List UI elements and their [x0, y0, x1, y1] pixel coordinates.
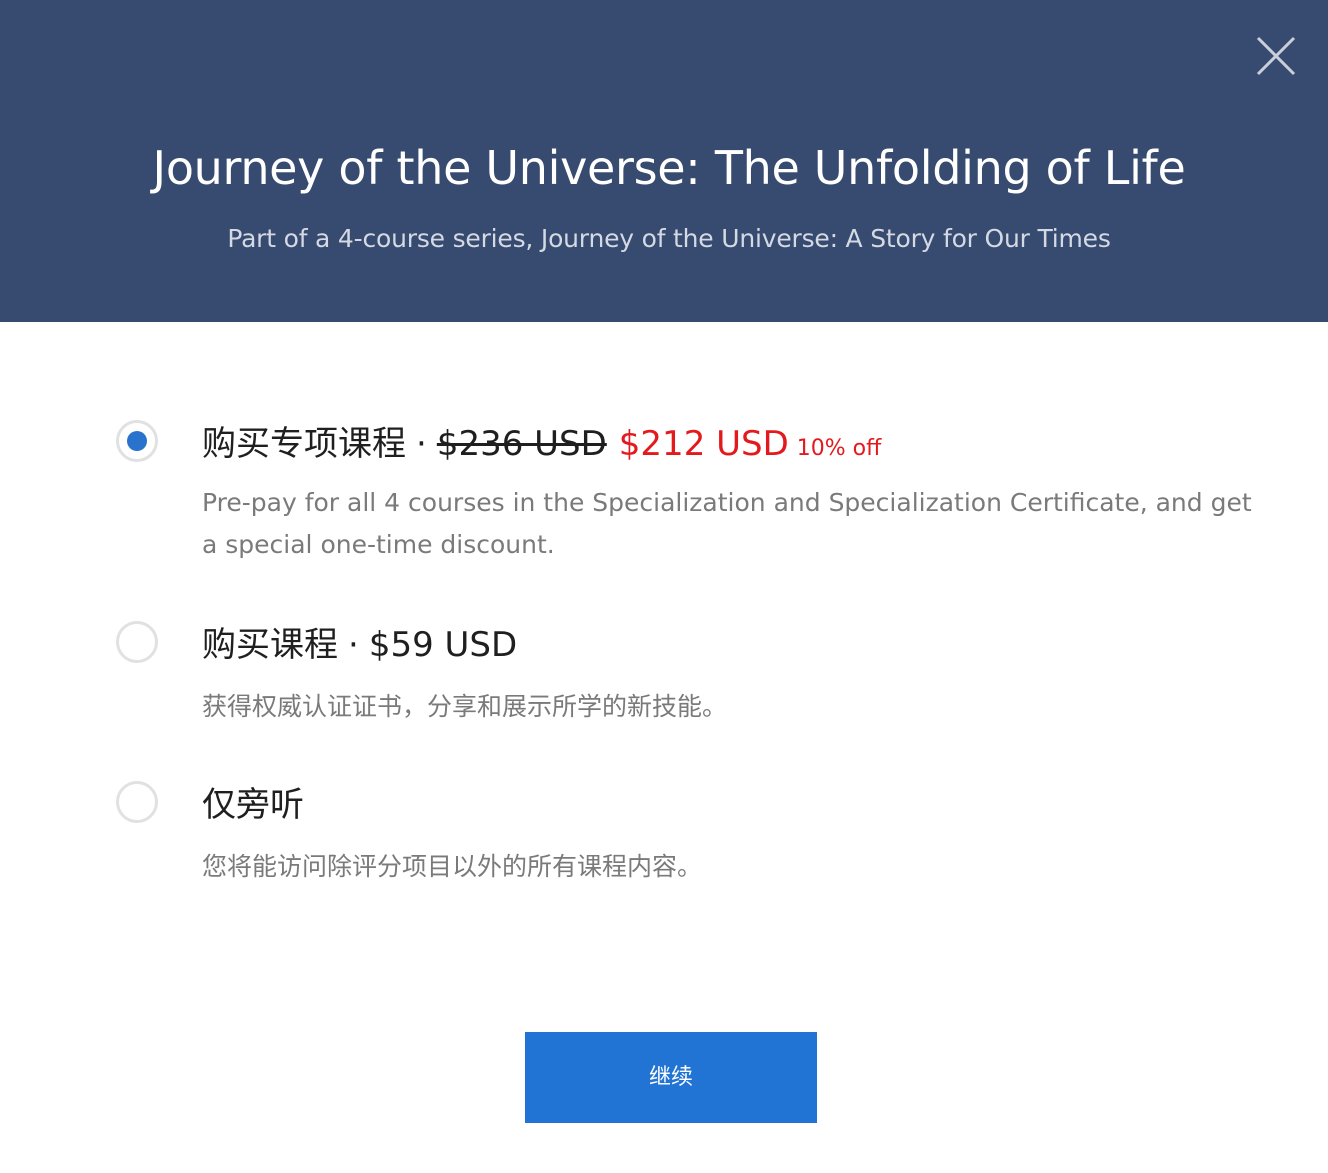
option-specialization-description: Pre-pay for all 4 courses in the Special… — [202, 488, 1252, 559]
radio-audit[interactable] — [116, 781, 158, 823]
radio-specialization[interactable] — [116, 420, 158, 462]
option-specialization-label: 购买专项课程 — [202, 424, 406, 464]
separator-dot: · — [348, 625, 359, 665]
enrollment-modal: Journey of the Universe: The Unfolding o… — [0, 0, 1328, 1173]
discount-label: 10% off — [796, 436, 882, 461]
radio-course[interactable] — [116, 621, 158, 663]
separator-dot: · — [416, 424, 427, 464]
option-course-title: 购买课程 · $59 USD — [202, 621, 517, 669]
option-course-description: 获得权威认证证书，分享和展示所学的新技能。 — [202, 692, 728, 721]
option-specialization-title: 购买专项课程 · $236 USD $212 USD 10% off — [202, 420, 881, 468]
modal-header: Journey of the Universe: The Unfolding o… — [0, 0, 1328, 322]
option-course-label: 购买课程 — [202, 625, 338, 665]
option-audit-title: 仅旁听 — [202, 781, 304, 829]
sale-price: $212 USD — [618, 424, 789, 464]
course-title: Journey of the Universe: The Unfolding o… — [152, 141, 1186, 195]
close-button[interactable] — [1254, 34, 1298, 78]
series-subtitle: Part of a 4-course series, Journey of th… — [227, 224, 1111, 253]
continue-button[interactable]: 继续 — [525, 1032, 817, 1123]
option-audit-description: 您将能访问除评分项目以外的所有课程内容。 — [202, 852, 703, 881]
course-price: $59 USD — [368, 625, 518, 665]
close-icon — [1256, 36, 1296, 76]
original-price: $236 USD — [436, 424, 607, 464]
option-audit-label: 仅旁听 — [202, 785, 304, 825]
